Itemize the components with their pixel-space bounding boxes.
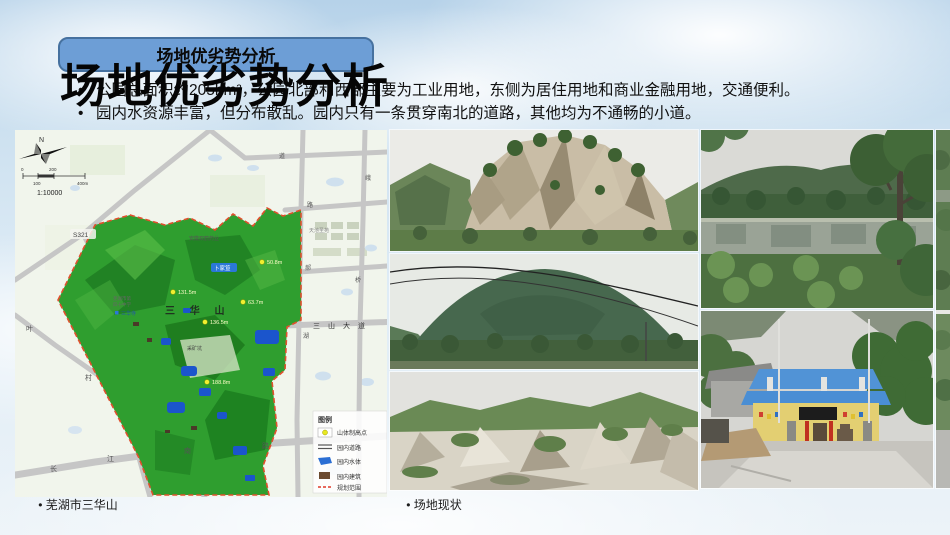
svg-text:道: 道: [279, 152, 285, 160]
svg-text:郝: 郝: [305, 264, 311, 272]
village-label: 卜家笪: [214, 264, 231, 272]
svg-text:400m: 400m: [77, 181, 89, 186]
avenue-label: 三山大道: [313, 321, 373, 330]
scale-ratio-label: 1:10000: [37, 190, 62, 197]
compass-n-label: N: [39, 137, 44, 144]
temple-label: 三华寺: [121, 310, 136, 317]
svg-text:路: 路: [262, 441, 269, 450]
photo-rock-cliff: [390, 130, 698, 251]
map-canvas: 131.5m 50.8m 63.7m 136.5m 188.8m 三 华 山 安…: [15, 130, 387, 497]
caption-mountain: • 芜湖市三华山: [38, 498, 118, 512]
legend-title: 图例: [318, 415, 332, 424]
photo-green-hill: [390, 254, 698, 369]
svg-text:村: 村: [85, 373, 92, 382]
legend-item-label: 园内水体: [337, 458, 361, 466]
svg-text:桥: 桥: [355, 276, 361, 284]
svg-text:叶: 叶: [26, 324, 33, 333]
quarry-label: 采矿坑: [187, 345, 202, 352]
school-label-line2: 四十中学: [113, 301, 131, 308]
legend-item-label: 规划范围: [337, 484, 361, 492]
svg-text:南: 南: [184, 446, 191, 455]
school-label-line1: 芜湖市第: [113, 295, 131, 302]
slide: 场地优劣势分析 场地优劣势分析 • 公园总面积约205hm²，公园北部和西部主要…: [0, 0, 950, 535]
photo-sliver: [936, 130, 950, 488]
photo-quarry: [390, 372, 698, 490]
legend-peak-icon: [322, 429, 328, 436]
svg-text:路: 路: [307, 201, 313, 209]
tianchi-label: 天池圣苑: [309, 227, 329, 234]
map-legend: 图例 山体制高点 园内道路 园内水体 园内建筑 规划范围: [312, 410, 387, 494]
mountain-name-label: 三 华 山: [165, 304, 231, 317]
peak-label: 63.7m: [248, 300, 264, 306]
legend-item-label: 园内道路: [337, 444, 361, 452]
legend-building-icon: [319, 472, 330, 479]
svg-text:江: 江: [107, 455, 114, 463]
legend-item-label: 园内建筑: [337, 473, 361, 481]
svg-text:湖: 湖: [303, 332, 309, 340]
photo-forest-lake: [701, 130, 933, 308]
peak-label: 136.5m: [210, 320, 229, 326]
peak-label: 188.8m: [212, 380, 231, 386]
site-map: 131.5m 50.8m 63.7m 136.5m 188.8m 三 华 山 安…: [15, 130, 387, 497]
peak-label: 131.5m: [178, 290, 197, 296]
svg-text:长: 长: [50, 464, 57, 473]
photo-temple: [701, 311, 933, 488]
road-number-label: S321: [73, 232, 89, 239]
pharma-label: 安徽双鹤药业: [189, 235, 219, 242]
svg-text:100: 100: [33, 181, 41, 186]
caption-site-status: • 场地现状: [406, 498, 462, 512]
svg-text:峨: 峨: [365, 174, 371, 182]
peak-label: 50.8m: [267, 260, 283, 266]
svg-text:200: 200: [49, 167, 57, 172]
legend-item-label: 山体制高点: [337, 429, 367, 437]
page-title: 场地优劣势分析: [60, 60, 389, 112]
